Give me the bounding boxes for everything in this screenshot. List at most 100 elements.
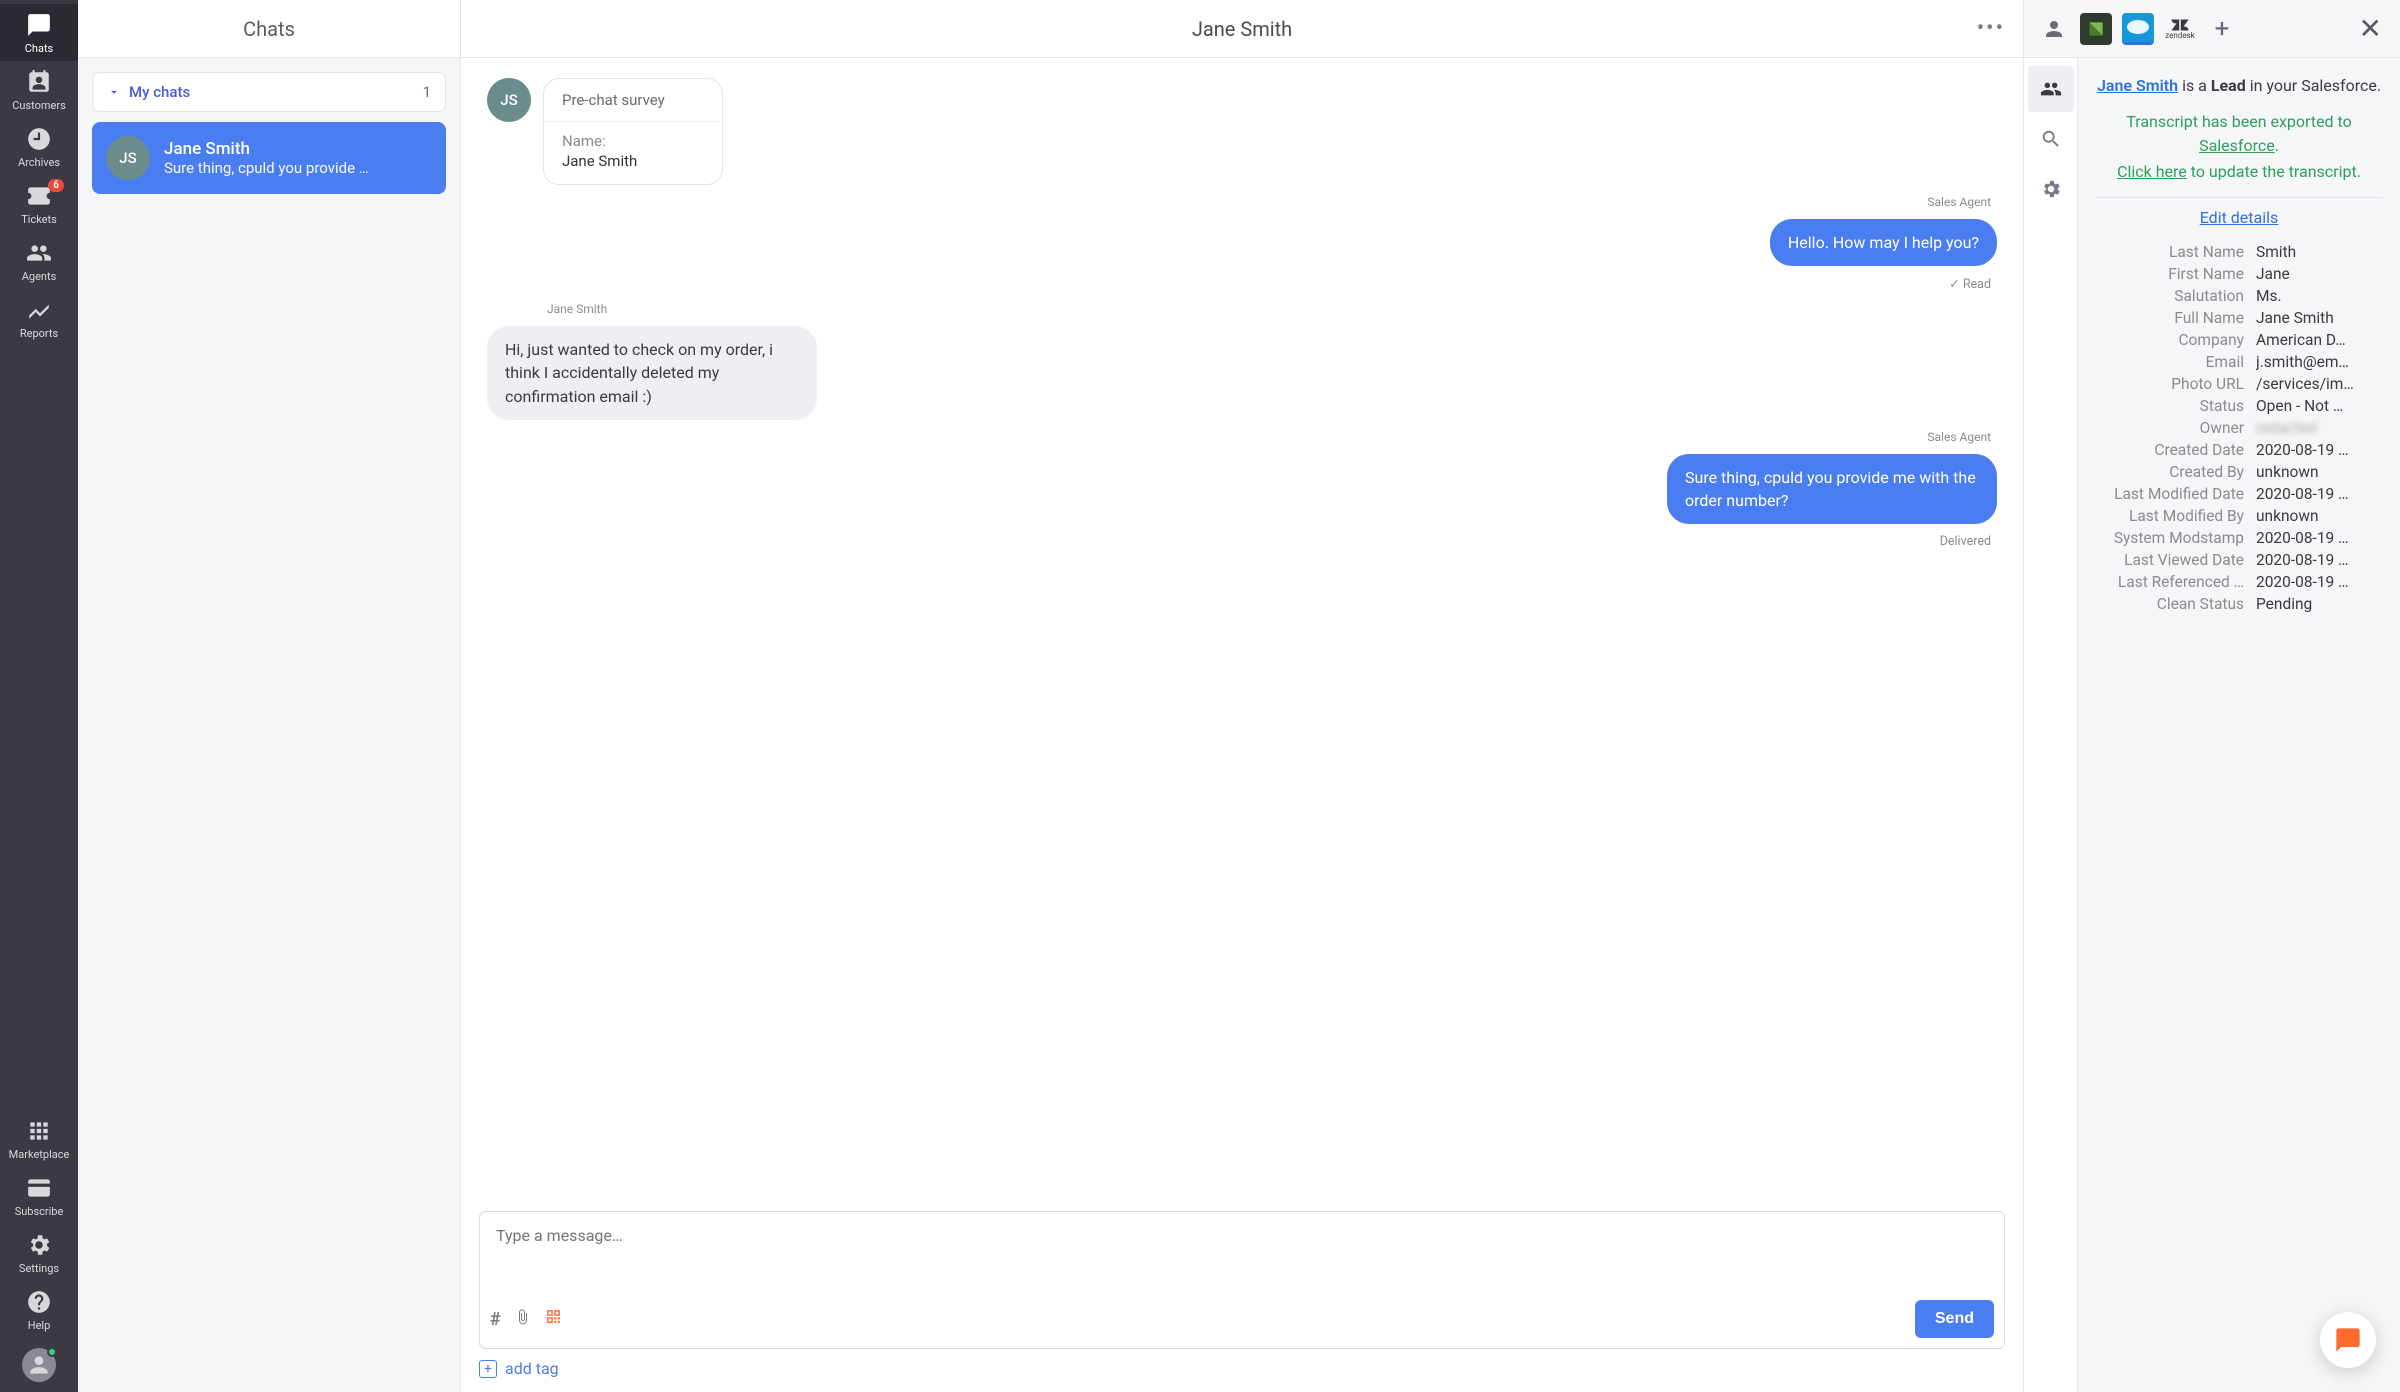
gear-icon [26,1232,52,1258]
lead-intro: Jane Smith is a Lead in your Salesforce. [2096,74,2382,98]
field-value: 2020-08-19 … [2256,551,2382,569]
rail-help-label: Help [28,1319,51,1332]
export-notice: Transcript has been exported to Salesfor… [2096,110,2382,158]
message-list[interactable]: JS Pre-chat survey Name: Jane Smith Sale… [461,58,2023,1201]
rail-customers[interactable]: Customers [0,61,78,118]
message-status: ✓ Read [487,276,1991,292]
survey-name-value: Jane Smith [562,152,704,170]
rail-archives[interactable]: Archives [0,118,78,175]
tickets-badge: 6 [48,179,64,192]
field-label: Last Modified Date [2096,485,2256,503]
chat-bubble-icon [2334,1326,2362,1354]
rp-tab-settings[interactable] [2028,166,2074,212]
canned-response-icon[interactable]: # [490,1309,501,1330]
rail-help[interactable]: Help [0,1281,78,1338]
field-label: Created Date [2096,441,2256,459]
chat-list-item[interactable]: JS Jane Smith Sure thing, cpuld you prov… [92,122,446,194]
status-dot-icon [47,1347,57,1357]
field-label: Status [2096,397,2256,415]
attachment-icon[interactable] [515,1308,531,1331]
lead-name-link[interactable]: Jane Smith [2097,76,2178,95]
lead-field-row: Full NameJane Smith [2096,307,2382,329]
rp-tab-contact[interactable] [2028,66,2074,112]
survey-heading: Pre-chat survey [544,79,722,122]
integration-salesforce[interactable] [2122,13,2154,45]
field-value: /services/im… [2256,375,2382,393]
integration-livechat[interactable] [2080,13,2112,45]
field-label: Company [2096,331,2256,349]
field-value: Jane [2256,265,2382,283]
field-value: 2020-08-19 … [2256,485,2382,503]
rp-tab-search[interactable] [2028,116,2074,162]
field-label: Full Name [2096,309,2256,327]
close-panel-button[interactable]: ✕ [2355,12,2386,45]
rail-agents[interactable]: Agents [0,232,78,289]
rail-settings[interactable]: Settings [0,1224,78,1281]
clock-icon [26,126,52,152]
rail-profile-avatar[interactable] [22,1348,56,1382]
rail-chats[interactable]: Chats [0,4,78,61]
rail-reports[interactable]: Reports [0,289,78,346]
field-label: Clean Status [2096,595,2256,613]
customers-icon [26,69,52,95]
composer-area: # Send + add tag [461,1201,2023,1392]
message-row: Hi, just wanted to check on my order, i … [487,326,1997,420]
integration-person[interactable] [2038,13,2070,45]
field-value: Pending [2256,595,2382,613]
help-chat-fab[interactable] [2320,1312,2376,1368]
chats-header: Chats [78,0,460,58]
zendesk-icon [2170,18,2190,32]
right-panel: zendesk + ✕ Jane Smith is a Lead in your… [2024,0,2400,1392]
rail-marketplace-label: Marketplace [9,1148,70,1161]
lead-field-row: StatusOpen - Not … [2096,395,2382,417]
qr-icon[interactable] [545,1308,562,1330]
lead-field-row: Emailj.smith@em… [2096,351,2382,373]
survey-row: JS Pre-chat survey Name: Jane Smith [487,78,1997,185]
add-integration-button[interactable]: + [2206,13,2238,45]
integrations-bar: zendesk + ✕ [2024,0,2400,58]
lead-field-row: Photo URL/services/im… [2096,373,2382,395]
lead-field-row: System Modstamp2020-08-19 … [2096,527,2382,549]
update-transcript-link[interactable]: Click here [2117,162,2187,181]
lead-field-list: Last NameSmithFirst NameJaneSalutationMs… [2096,241,2382,615]
field-value: Ms. [2256,287,2382,305]
chevron-down-icon [107,85,121,99]
survey-name-label: Name: [562,132,704,150]
field-label: Owner [2096,419,2256,437]
lead-field-row: Last Modified Date2020-08-19 … [2096,483,2382,505]
card-icon [26,1175,52,1201]
lead-field-row: Last NameSmith [2096,241,2382,263]
lead-field-row: Last Modified Byunknown [2096,505,2382,527]
field-value: 2020-08-19 … [2256,441,2382,459]
field-label: Created By [2096,463,2256,481]
pre-chat-survey-card: Pre-chat survey Name: Jane Smith [543,78,723,185]
field-value: Open - Not … [2256,397,2382,415]
rail-settings-label: Settings [19,1262,59,1275]
field-label: First Name [2096,265,2256,283]
send-button[interactable]: Send [1915,1300,1994,1338]
customer-avatar: JS [487,78,531,122]
field-label: Salutation [2096,287,2256,305]
grid-icon [26,1118,52,1144]
add-tag-button[interactable]: + add tag [479,1359,2005,1378]
my-chats-toggle[interactable]: My chats 1 [92,72,446,112]
lead-field-row: SalutationMs. [2096,285,2382,307]
salesforce-link[interactable]: Salesforce [2199,136,2275,155]
rail-marketplace[interactable]: Marketplace [0,1110,78,1167]
rail-subscribe[interactable]: Subscribe [0,1167,78,1224]
message-input[interactable] [480,1212,2004,1290]
conversation-header: Jane Smith ••• [461,0,2023,58]
rail-tickets-label: Tickets [21,213,57,226]
edit-details-link[interactable]: Edit details [2096,208,2382,227]
rail-reports-label: Reports [20,327,58,340]
field-value: redacted [2256,419,2382,437]
more-menu-button[interactable]: ••• [1977,16,2005,41]
field-value: Jane Smith [2256,309,2382,327]
rail-agents-label: Agents [22,270,57,283]
sender-label: Sales Agent [487,195,1991,209]
chat-item-name: Jane Smith [164,139,369,159]
rail-tickets[interactable]: 6 Tickets [0,175,78,232]
integration-zendesk[interactable]: zendesk [2164,13,2196,45]
field-value: unknown [2256,463,2382,481]
right-panel-tabs [2024,58,2078,1392]
